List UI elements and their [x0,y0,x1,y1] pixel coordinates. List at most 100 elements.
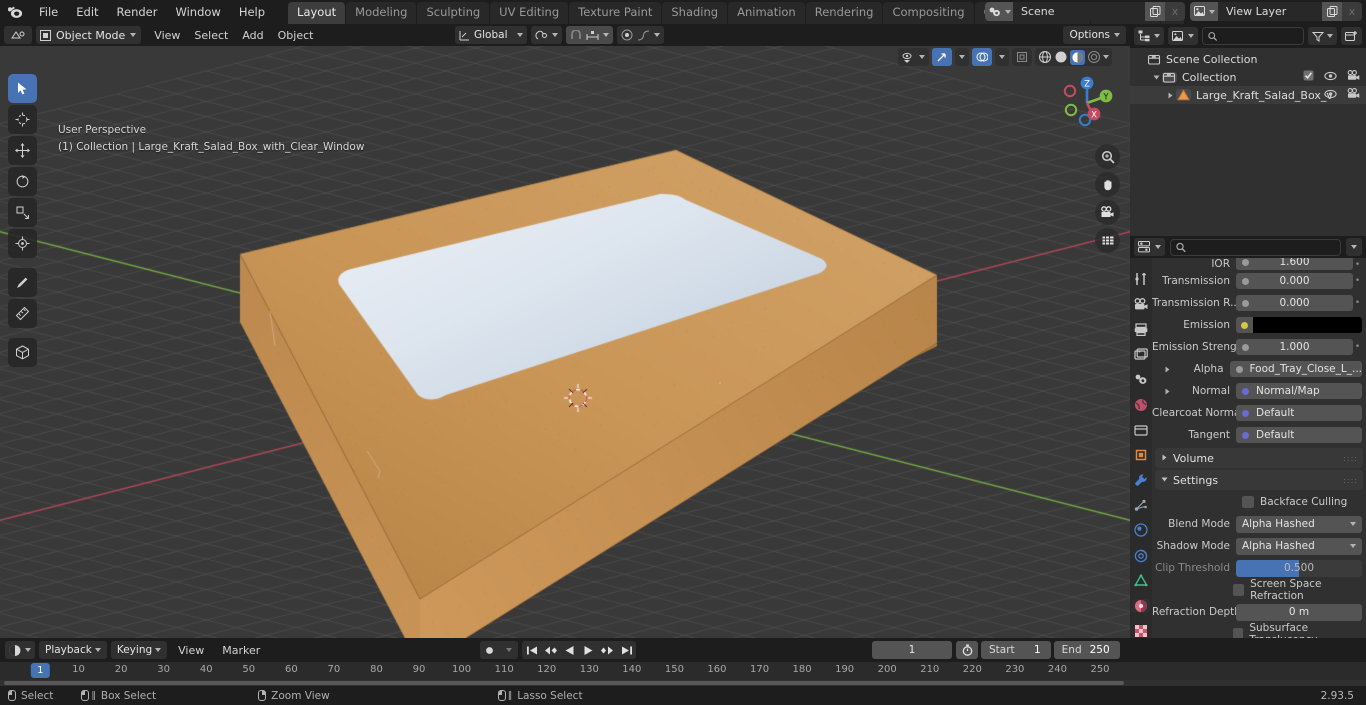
menu-edit[interactable]: Edit [67,2,107,22]
snap-toggle[interactable] [531,26,562,44]
workspace-tab-modeling[interactable]: Modeling [346,2,416,24]
gizmo-options-dropdown[interactable] [955,48,969,66]
overlays-options-dropdown[interactable] [995,48,1009,66]
chevron-down-icon[interactable] [1103,55,1109,59]
timeline-ruler[interactable]: 10 20 30 40 50 60 70 80 90 100 110 120 130 140 150 160 1… [0,662,1366,680]
material-preview-shading-button[interactable] [1070,50,1085,65]
new-collection-button[interactable] [1341,27,1362,45]
disclosure-triangle-icon[interactable] [1164,92,1176,99]
shadow-mode-select[interactable]: Alpha Hashed [1236,538,1362,555]
workspace-tab-compositing[interactable]: Compositing [883,2,973,24]
properties-tab-strip[interactable] [1130,258,1152,638]
properties-options-dropdown[interactable] [1346,238,1362,256]
expand-triangle-icon[interactable] [1164,363,1171,376]
scene-name[interactable]: Scene [1013,2,1145,21]
animate-property-dot[interactable]: • [1353,260,1362,270]
move-tool[interactable] [8,136,37,165]
options-dropdown[interactable]: Options [1063,26,1126,44]
prev-keyframe-button[interactable] [541,641,560,659]
collection-tab[interactable] [1132,423,1150,437]
properties-content[interactable]: IOR 1.600 • Transmission 0.000 • Transmission … [1152,258,1366,638]
jump-to-start-button[interactable] [522,641,541,659]
modifier-tab[interactable] [1132,473,1150,487]
show-gizmo-toggle[interactable] [932,48,952,66]
snap-during-transform-group[interactable] [566,26,613,44]
screen-space-refraction-checkbox[interactable] [1233,584,1244,596]
auto-keying-dropdown[interactable] [499,641,518,659]
property-value-field[interactable]: 1.000 [1236,339,1353,355]
viewport-menu-select[interactable]: Select [187,27,235,44]
add-cube-tool[interactable] [8,338,37,367]
constraints-tab[interactable] [1132,549,1150,563]
particles-tab[interactable] [1132,498,1150,512]
ortho-grid-icon[interactable] [1095,228,1120,253]
disable-in-renders-icon[interactable] [1347,88,1360,102]
property-color-field[interactable] [1236,317,1362,333]
viewport-nav-buttons[interactable] [1095,144,1120,253]
render-tab[interactable] [1132,297,1150,311]
tweak-select-tool[interactable] [8,74,37,103]
scene-selector[interactable]: Scene x [985,2,1185,21]
rendered-shading-button[interactable] [1087,50,1101,64]
outliner-row[interactable]: Large_Kraft_Salad_Box_v [1130,86,1366,104]
hand-icon[interactable] [1095,172,1120,197]
play-button[interactable] [579,641,598,659]
volume-panel-header[interactable]: Volume:::: [1155,448,1363,468]
blender-logo-icon[interactable] [0,0,30,24]
transform-tool[interactable] [8,229,37,258]
cursor-tool[interactable] [8,105,37,134]
timeline-playhead[interactable]: 1 [31,663,49,678]
menu-help[interactable]: Help [230,2,274,22]
view-layer-name[interactable]: View Layer [1218,2,1322,21]
object-visibility-dropdown[interactable] [898,48,929,66]
shading-mode-group[interactable] [1035,48,1112,66]
timeline-view-menu[interactable]: View [171,642,211,659]
properties-search-field[interactable] [1190,241,1335,253]
outliner-search-input[interactable] [1202,27,1304,45]
output-tab[interactable] [1132,322,1150,336]
new-scene-button[interactable] [1145,2,1165,21]
workspace-tab-shading[interactable]: Shading [662,2,727,24]
record-icon[interactable] [480,641,499,659]
properties-editor-type[interactable] [1134,238,1165,256]
3d-viewport[interactable]: User Perspective (1) Collection | Large_… [0,46,1130,638]
workspace-tab-uv-editing[interactable]: UV Editing [490,2,568,24]
physics-tab[interactable] [1132,523,1150,537]
end-frame-field[interactable]: End 250 [1054,641,1120,659]
outliner-display-mode[interactable] [1168,27,1198,45]
outliner-row[interactable]: Scene Collection [1130,50,1366,68]
outliner-tree[interactable]: Scene Collection Collection Large_Kraft_Sa… [1130,48,1366,104]
keying-menu[interactable]: Keying [111,641,167,659]
property-link-field[interactable]: Default [1236,405,1362,421]
viewport-menu-add[interactable]: Add [235,27,270,44]
outliner-search-field[interactable] [1221,30,1298,42]
start-frame-field[interactable]: Start 1 [981,641,1051,659]
viewport-canvas[interactable] [0,46,1130,638]
view-layer-selector[interactable]: View Layer x [1190,2,1362,21]
unlink-scene-button[interactable]: x [1165,2,1185,21]
clip-threshold-slider[interactable]: 0.500 [1236,560,1362,577]
settings-panel-header[interactable]: Settings:::: [1155,470,1363,490]
rotate-tool[interactable] [8,167,37,196]
backface-culling-checkbox[interactable] [1242,496,1254,508]
property-link-field[interactable]: Normal/Map [1236,383,1362,399]
jump-to-end-button[interactable] [617,641,636,659]
hide-in-viewport-icon[interactable] [1324,71,1337,84]
timeline-editor-type[interactable] [5,641,35,659]
zoom-icon[interactable] [1095,144,1120,169]
timeline-scroll-thumb[interactable] [4,681,1124,685]
world-tab[interactable] [1132,398,1150,412]
xray-toggle[interactable] [1012,48,1032,66]
animate-property-dot[interactable]: • [1353,298,1362,308]
collection-checkbox[interactable] [1303,70,1314,84]
subsurface-translucency-checkbox[interactable] [1233,628,1244,638]
interaction-mode-selector[interactable]: Object Mode [36,26,141,44]
workspace-tab-animation[interactable]: Animation [728,2,805,24]
property-link-field[interactable]: Food_Tray_Close_L_... [1230,361,1362,377]
animate-property-dot[interactable]: • [1353,342,1362,352]
wireframe-shading-button[interactable] [1038,50,1052,64]
auto-keying-group[interactable] [480,641,518,659]
property-value-field[interactable]: 0.000 [1236,295,1353,311]
new-view-layer-button[interactable] [1322,2,1342,21]
show-overlays-toggle[interactable] [972,48,992,66]
